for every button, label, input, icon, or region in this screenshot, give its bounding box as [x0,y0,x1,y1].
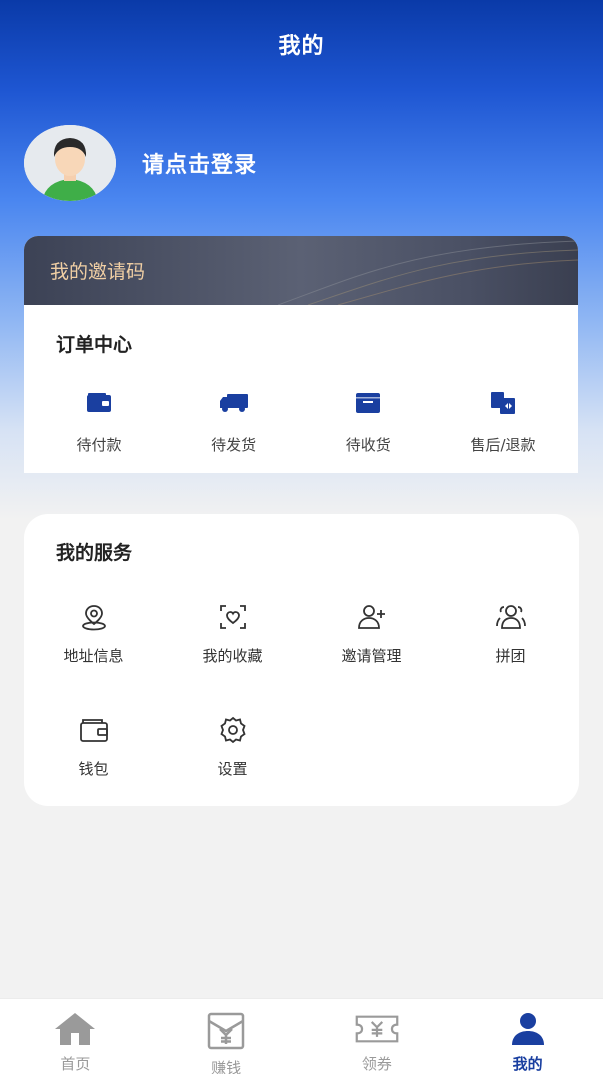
tab-coupons[interactable]: 领券 [302,999,452,1074]
tab-label: 我的 [512,1055,543,1073]
tab-home[interactable]: 首页 [0,999,150,1074]
location-icon [78,601,110,633]
tab-label: 领券 [361,1055,392,1073]
gear-icon [217,714,249,746]
order-pending-shipment[interactable]: 待发货 [169,390,299,455]
invite-code-bar[interactable]: 我的邀请码 [24,236,578,305]
service-wallet[interactable]: 钱包 [24,714,163,827]
service-favorites[interactable]: 我的收藏 [163,601,302,714]
service-address[interactable]: 地址信息 [24,601,163,714]
service-label: 我的收藏 [202,647,263,665]
service-settings[interactable]: 设置 [163,714,302,827]
wallet-icon [84,390,114,416]
bottom-tab-bar: 首页 赚钱 领券 我的 [0,998,603,1074]
refund-icon [488,390,518,416]
group-icon [495,601,527,633]
home-icon [53,1011,97,1047]
profile-section[interactable]: 请点击登录 [24,125,257,201]
avatar[interactable] [24,125,116,201]
order-center-title: 订单中心 [56,334,133,356]
order-label: 待付款 [76,436,122,454]
order-pending-receipt[interactable]: 待收货 [303,390,433,455]
wallet-icon [78,714,110,746]
order-status-row: 待付款 待发货 待收货 售后/退款 [24,390,578,455]
invite-code-label: 我的邀请码 [50,261,146,283]
service-label: 拼团 [495,647,526,665]
order-center-card: 我的邀请码 订单中心 待付款 待发货 待收货 售后/退款 [24,236,578,473]
add-user-icon [356,601,388,633]
login-prompt[interactable]: 请点击登录 [142,147,257,179]
service-group-buy[interactable]: 拼团 [441,601,580,714]
order-after-sales[interactable]: 售后/退款 [438,390,568,455]
truck-icon [219,390,249,416]
service-label: 设置 [217,760,248,778]
order-label: 待发货 [211,436,257,454]
my-services-title: 我的服务 [56,542,133,564]
service-label: 邀请管理 [341,647,402,665]
services-grid: 地址信息 我的收藏 邀请管理 拼团 钱包 设置 [24,601,579,827]
yuan-envelope-icon [204,1011,248,1051]
top-bar: 我的 [0,0,603,88]
tab-label: 首页 [60,1055,91,1073]
my-services-card: 我的服务 地址信息 我的收藏 邀请管理 拼团 钱包 设置 [24,514,579,806]
service-label: 钱包 [78,760,109,778]
order-pending-payment[interactable]: 待付款 [34,390,164,455]
coupon-icon [355,1011,399,1047]
page-title: 我的 [278,34,325,59]
heart-icon [217,601,249,633]
service-invite-management[interactable]: 邀请管理 [302,601,441,714]
tab-mine[interactable]: 我的 [453,999,603,1074]
decorative-wave-icon [278,240,578,305]
order-label: 售后/退款 [470,436,536,454]
service-label: 地址信息 [63,647,124,665]
tab-earn[interactable]: 赚钱 [151,999,301,1074]
user-icon [506,1011,550,1047]
box-icon [353,390,383,416]
tab-label: 赚钱 [211,1059,242,1074]
order-label: 待收货 [345,436,391,454]
